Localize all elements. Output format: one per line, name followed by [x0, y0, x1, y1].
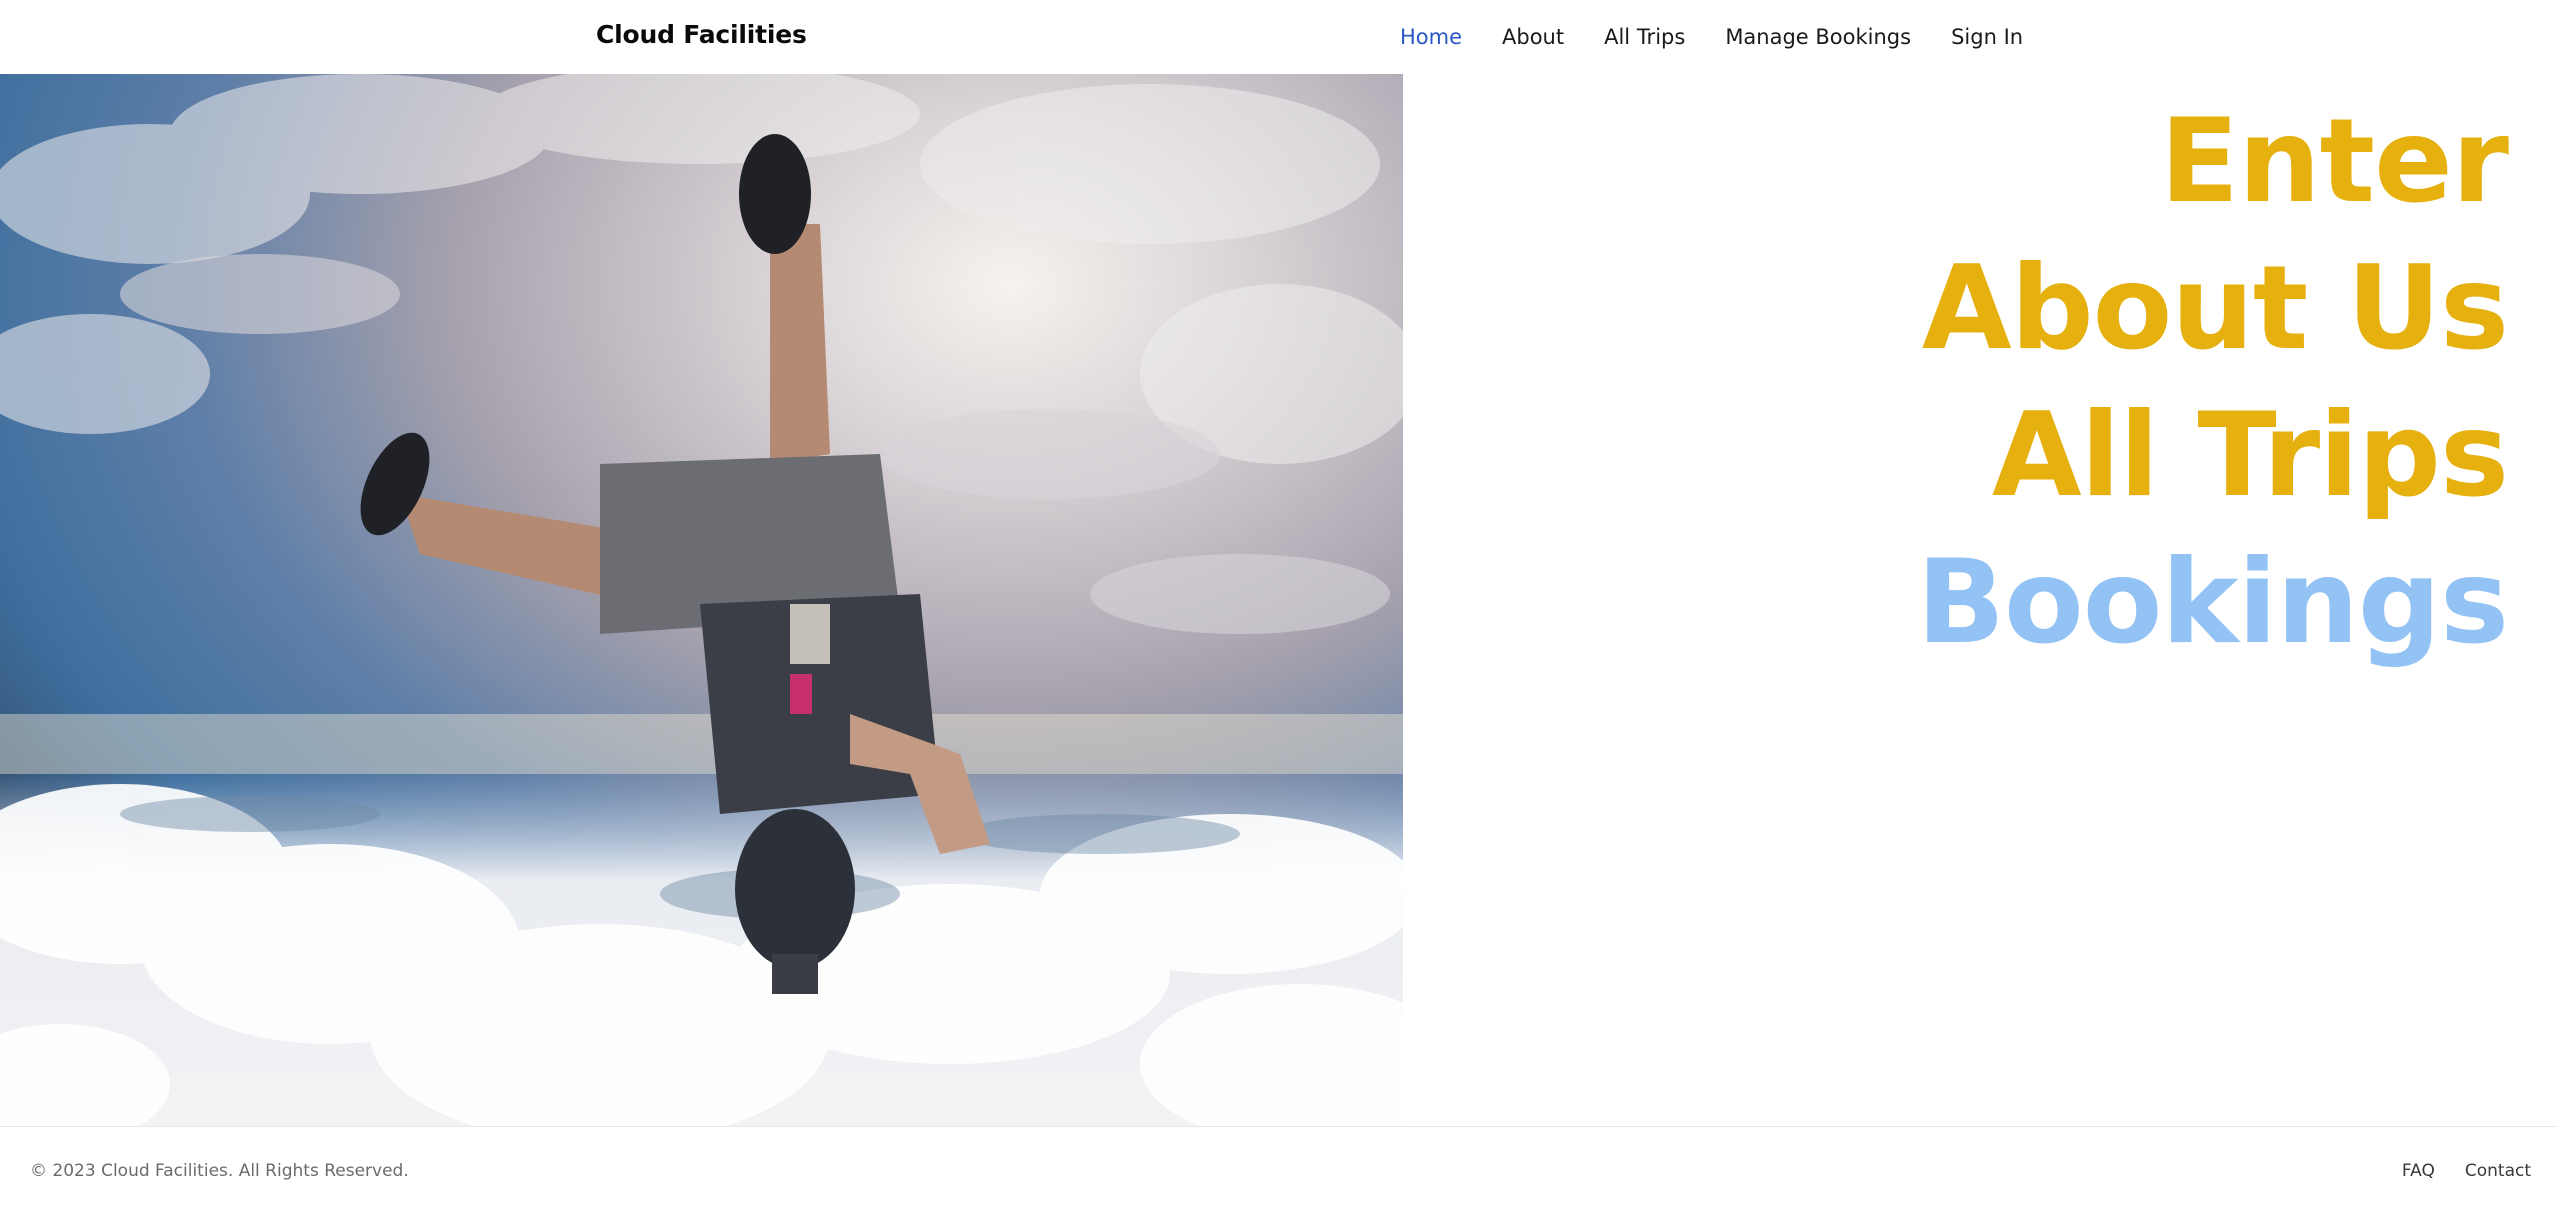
hero-word-about-us[interactable]: About Us — [1420, 235, 2509, 382]
hero-word-bookings[interactable]: Bookings — [1420, 529, 2509, 676]
nav-link-about[interactable]: About — [1502, 24, 1564, 52]
hero-image — [0, 74, 1403, 1127]
copyright-text: © 2023 Cloud Facilities. All Rights Rese… — [30, 1161, 409, 1181]
hero-words: Enter About Us All Trips Bookings — [1420, 88, 2509, 676]
hero-word-enter[interactable]: Enter — [1420, 88, 2509, 235]
nav-link-home[interactable]: Home — [1400, 24, 1462, 52]
footer-link-contact[interactable]: Contact — [2465, 1161, 2531, 1181]
footer: © 2023 Cloud Facilities. All Rights Rese… — [0, 1126, 2557, 1211]
nav-link-manage-bookings[interactable]: Manage Bookings — [1725, 24, 1911, 52]
nav-link-all-trips[interactable]: All Trips — [1604, 24, 1685, 52]
navbar: Cloud Facilities Home About All Trips Ma… — [0, 0, 2557, 74]
footer-link-faq[interactable]: FAQ — [2402, 1161, 2435, 1181]
nav-links: Home About All Trips Manage Bookings Sig… — [1400, 24, 2063, 52]
hero-word-all-trips[interactable]: All Trips — [1420, 382, 2509, 529]
brand-link[interactable]: Cloud Facilities — [596, 20, 807, 49]
nav-link-sign-in[interactable]: Sign In — [1951, 24, 2023, 52]
footer-links: FAQ Contact — [2372, 1161, 2531, 1181]
